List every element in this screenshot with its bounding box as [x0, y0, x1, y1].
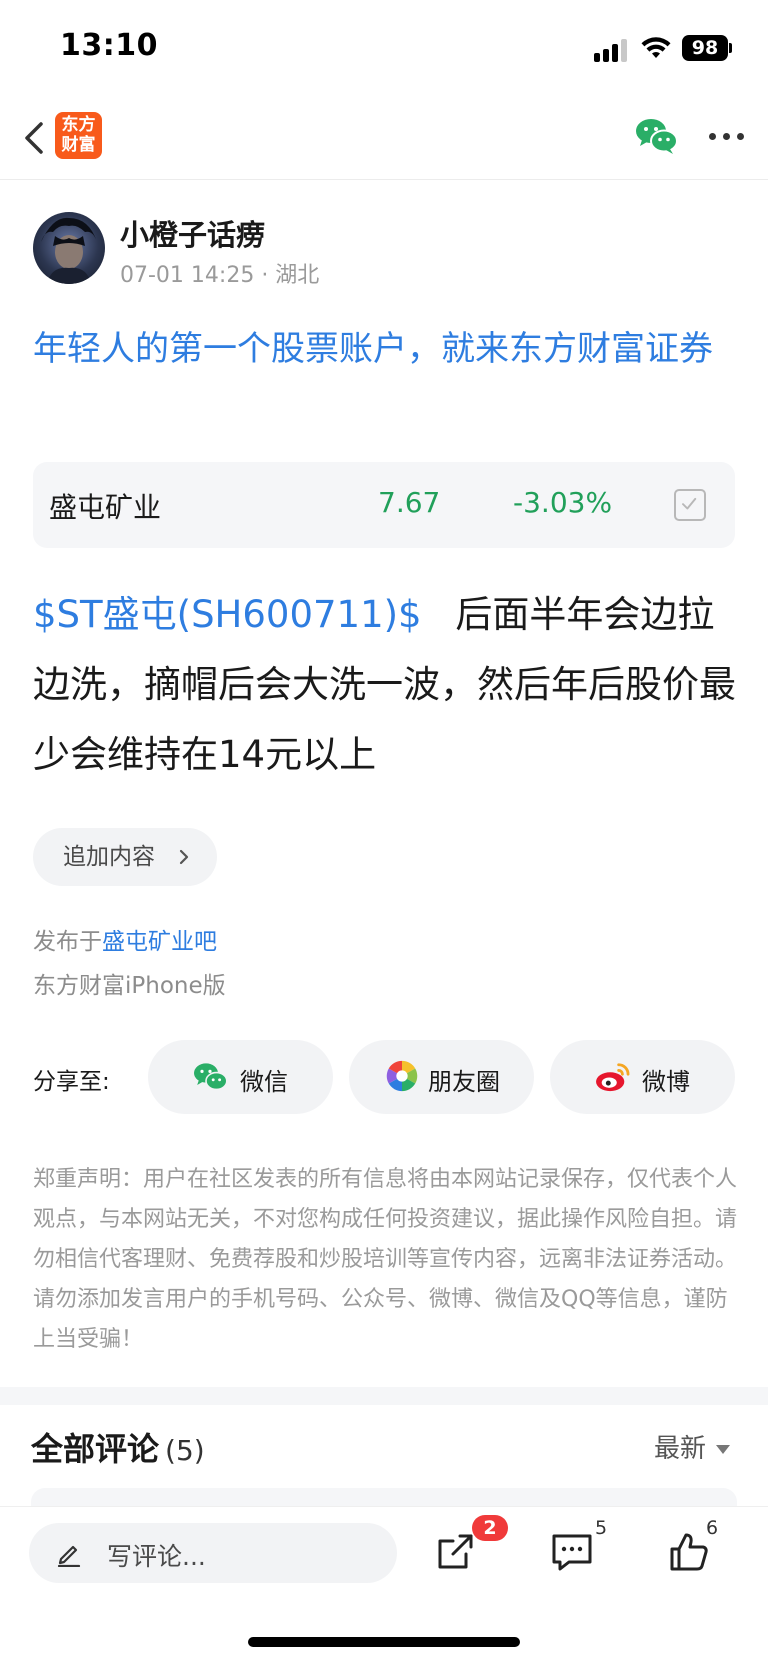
share-wechat-label: 微信: [240, 1068, 288, 1096]
nav-bar: 东方财富: [0, 100, 768, 180]
forward-share-icon[interactable]: [432, 1529, 478, 1575]
append-content-label: 追加内容: [63, 844, 155, 870]
share-weibo-label: 微博: [642, 1068, 690, 1096]
share-moments-label: 朋友圈: [428, 1068, 500, 1096]
comment-input-placeholder: 写评论...: [107, 1542, 206, 1571]
like-count: 6: [706, 1517, 719, 1539]
caret-down-icon: [716, 1445, 731, 1454]
promo-link[interactable]: 年轻人的第一个股票账户，就来东方财富证券: [33, 322, 738, 376]
wechat-icon: [194, 1063, 228, 1091]
pencil-icon: [57, 1545, 81, 1567]
chevron-right-icon: [179, 849, 189, 865]
battery-tip: [729, 43, 732, 53]
watchlist-check-icon[interactable]: [674, 489, 706, 521]
moments-icon: [386, 1060, 418, 1092]
more-options-icon[interactable]: [708, 124, 748, 148]
status-time: 13:10: [60, 28, 158, 63]
comment-input[interactable]: 写评论...: [29, 1523, 397, 1583]
wifi-icon: [641, 37, 671, 58]
author-name[interactable]: 小橙子话痨: [120, 212, 265, 254]
share-moments-button[interactable]: 朋友圈: [349, 1040, 534, 1114]
status-bar: 13:10 98: [0, 0, 768, 100]
forum-link[interactable]: 盛屯矿业吧: [102, 929, 217, 955]
sort-label: 最新: [654, 1434, 707, 1464]
share-count-badge: 2: [472, 1515, 508, 1541]
stock-price: 7.67: [378, 486, 441, 519]
comments-count: (5): [165, 1434, 205, 1467]
post-stock-link[interactable]: $ST盛屯(SH600711)$: [33, 593, 422, 636]
comment-count: 5: [595, 1517, 608, 1539]
publish-info: 发布于盛屯矿业吧: [33, 922, 217, 956]
publish-prefix: 发布于: [33, 929, 102, 955]
share-label: 分享至:: [33, 1069, 110, 1095]
weibo-icon: [596, 1063, 630, 1092]
stock-change-percent: -3.03%: [513, 486, 613, 519]
brand-logo[interactable]: 东方财富: [55, 112, 102, 159]
append-content-button[interactable]: 追加内容: [33, 828, 217, 886]
section-divider: [0, 1387, 768, 1405]
stock-name: 盛屯矿业: [49, 491, 162, 524]
client-info: 东方财富iPhone版: [33, 973, 226, 999]
battery-icon: 98: [682, 35, 728, 61]
comments-title: 全部评论: [31, 1430, 160, 1468]
post-content: $ST盛屯(SH600711)$ 后面半年会边拉边洗，摘帽后会大洗一波，然后年后…: [33, 580, 738, 790]
back-icon[interactable]: [16, 118, 56, 158]
post-time-location: 07-01 14:25 · 湖北: [120, 263, 320, 288]
disclaimer-text: 郑重声明：用户在社区发表的所有信息将由本网站记录保存，仅代表个人观点，与本网站无…: [33, 1167, 738, 1352]
home-indicator: [248, 1637, 520, 1647]
wechat-share-icon[interactable]: [634, 116, 678, 156]
author-avatar[interactable]: [33, 212, 105, 284]
share-weibo-button[interactable]: 微博: [550, 1040, 735, 1114]
stock-quote-card[interactable]: 盛屯矿业 7.67 -3.03%: [33, 462, 735, 548]
comment-icon[interactable]: [549, 1529, 595, 1575]
author-header: 小橙子话痨 07-01 14:25 · 湖北: [33, 212, 733, 288]
comments-header: 全部评论 (5): [31, 1424, 205, 1470]
share-wechat-button[interactable]: 微信: [148, 1040, 333, 1114]
comments-sort-button[interactable]: 最新: [654, 1428, 731, 1465]
cellular-signal-icon: [594, 38, 630, 62]
